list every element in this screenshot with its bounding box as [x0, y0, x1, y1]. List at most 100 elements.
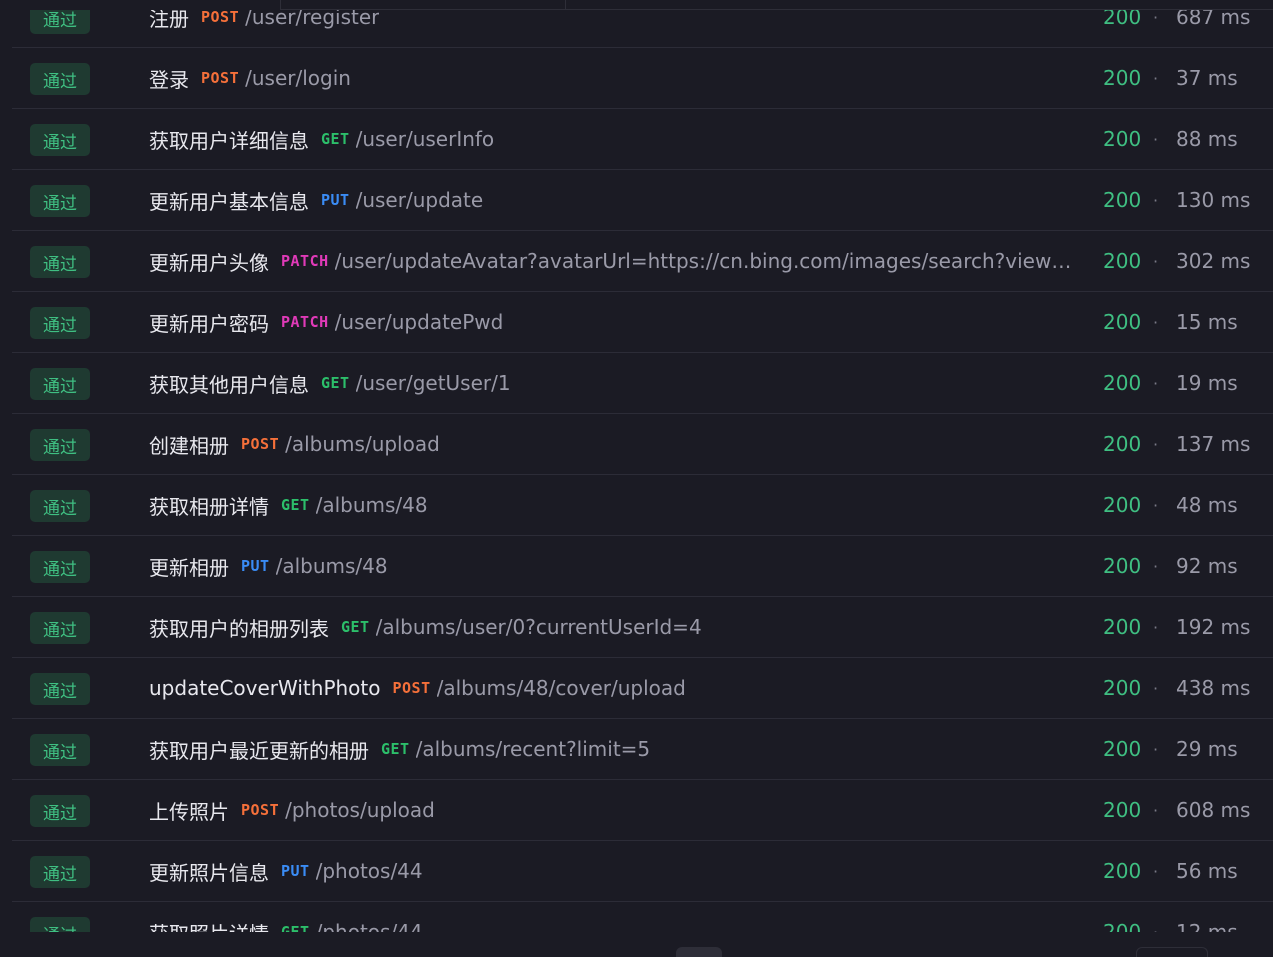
footer-tab[interactable]: [1136, 947, 1208, 957]
request-title: 更新照片信息 PUT /photos/44: [149, 841, 1079, 901]
result-row[interactable]: 通过 更新用户头像 PATCH /user/updateAvatar?avata…: [12, 231, 1273, 292]
http-method-badge: POST: [241, 801, 280, 819]
separator-dot: ·: [1153, 373, 1159, 393]
pass-badge: 通过: [30, 856, 90, 888]
http-method-badge: POST: [201, 69, 240, 87]
result-row[interactable]: 通过 更新用户基本信息 PUT /user/update 200 · 130 m…: [12, 170, 1273, 231]
request-title: 上传照片 POST /photos/upload: [149, 780, 1079, 840]
request-name: 更新相册: [149, 555, 229, 580]
http-method-badge: GET: [281, 923, 310, 932]
result-row[interactable]: 通过 获取照片详情 GET /photos/44 200 · 12 ms: [12, 902, 1273, 932]
request-title: 更新用户密码 PATCH /user/updatePwd: [149, 292, 1079, 352]
pass-badge: 通过: [30, 734, 90, 766]
request-title: 获取用户最近更新的相册 GET /albums/recent?limit=5: [149, 719, 1079, 779]
request-path: /photos/44: [315, 859, 423, 883]
request-name: 获取用户最近更新的相册: [149, 738, 369, 763]
request-name: 更新用户头像: [149, 250, 269, 275]
status-code: 200: [1103, 737, 1142, 761]
http-method-badge: GET: [381, 740, 410, 758]
http-method-badge: PATCH: [281, 252, 329, 270]
pass-badge: 通过: [30, 795, 90, 827]
status-code: 200: [1103, 310, 1142, 334]
separator-dot: ·: [1153, 556, 1159, 576]
response-time: 12 ms: [1176, 920, 1238, 932]
separator-dot: ·: [1153, 190, 1159, 210]
response-time: 137 ms: [1176, 432, 1251, 456]
request-title: 获取照片详情 GET /photos/44: [149, 902, 1079, 932]
request-path: /albums/48/cover/upload: [436, 676, 686, 700]
separator-dot: ·: [1153, 129, 1159, 149]
result-row[interactable]: 通过 创建相册 POST /albums/upload 200 · 137 ms: [12, 414, 1273, 475]
footer-bar: [0, 932, 1273, 957]
request-title: 获取用户的相册列表 GET /albums/user/0?currentUser…: [149, 597, 1079, 657]
request-path: /albums/48: [275, 554, 388, 578]
pass-badge: 通过: [30, 124, 90, 156]
request-path: /user/updatePwd: [334, 310, 504, 334]
status-code: 200: [1103, 249, 1142, 273]
request-name: 获取用户详细信息: [149, 128, 309, 153]
result-row[interactable]: 通过 获取用户的相册列表 GET /albums/user/0?currentU…: [12, 597, 1273, 658]
request-name: 获取相册详情: [149, 494, 269, 519]
response-time: 130 ms: [1176, 188, 1251, 212]
request-path: /photos/44: [315, 920, 423, 932]
separator-dot: ·: [1153, 739, 1159, 759]
response-time: 29 ms: [1176, 737, 1238, 761]
http-method-badge: GET: [321, 374, 350, 392]
status-code: 200: [1103, 127, 1142, 151]
separator-dot: ·: [1153, 495, 1159, 515]
response-time: 15 ms: [1176, 310, 1238, 334]
pass-badge: 通过: [30, 673, 90, 705]
result-row[interactable]: 通过 获取相册详情 GET /albums/48 200 · 48 ms: [12, 475, 1273, 536]
separator-dot: ·: [1153, 861, 1159, 881]
result-row[interactable]: 通过 updateCoverWithPhoto POST /albums/48/…: [12, 658, 1273, 719]
request-title: 获取其他用户信息 GET /user/getUser/1: [149, 353, 1079, 413]
pass-badge: 通过: [30, 63, 90, 95]
header-edge: [0, 0, 1273, 10]
response-time: 192 ms: [1176, 615, 1251, 639]
pass-badge: 通过: [30, 307, 90, 339]
request-name: 获取其他用户信息: [149, 372, 309, 397]
request-name: 获取用户的相册列表: [149, 616, 329, 641]
http-method-badge: PATCH: [281, 313, 329, 331]
separator-dot: ·: [1153, 617, 1159, 637]
http-method-badge: PUT: [321, 191, 350, 209]
results-list-viewport[interactable]: 通过 注册 POST /user/register 200 · 687 ms 通…: [0, 0, 1273, 932]
http-method-badge: POST: [392, 679, 431, 697]
result-row[interactable]: 通过 更新相册 PUT /albums/48 200 · 92 ms: [12, 536, 1273, 597]
status-code: 200: [1103, 554, 1142, 578]
request-path: /photos/upload: [285, 798, 435, 822]
request-name: 登录: [149, 67, 189, 92]
separator-dot: ·: [1153, 800, 1159, 820]
result-row[interactable]: 通过 获取其他用户信息 GET /user/getUser/1 200 · 19…: [12, 353, 1273, 414]
pass-badge: 通过: [30, 368, 90, 400]
results-list: 通过 注册 POST /user/register 200 · 687 ms 通…: [12, 0, 1273, 932]
response-time: 608 ms: [1176, 798, 1251, 822]
result-row[interactable]: 通过 上传照片 POST /photos/upload 200 · 608 ms: [12, 780, 1273, 841]
status-code: 200: [1103, 432, 1142, 456]
result-row[interactable]: 通过 获取用户详细信息 GET /user/userInfo 200 · 88 …: [12, 109, 1273, 170]
request-path: /albums/upload: [285, 432, 440, 456]
http-method-badge: PUT: [241, 557, 270, 575]
result-row[interactable]: 通过 登录 POST /user/login 200 · 37 ms: [12, 48, 1273, 109]
http-method-badge: POST: [241, 435, 280, 453]
request-path: /user/updateAvatar?avatarUrl=https://cn.…: [334, 249, 1079, 273]
request-name: 更新用户基本信息: [149, 189, 309, 214]
pass-badge: 通过: [30, 246, 90, 278]
result-row[interactable]: 通过 更新用户密码 PATCH /user/updatePwd 200 · 15…: [12, 292, 1273, 353]
response-time: 88 ms: [1176, 127, 1238, 151]
request-path: /user/login: [245, 66, 351, 90]
pass-badge: 通过: [30, 917, 90, 932]
separator-dot: ·: [1153, 678, 1159, 698]
request-path: /albums/user/0?currentUserId=4: [375, 615, 702, 639]
request-name: 更新用户密码: [149, 311, 269, 336]
scrollbar-thumb[interactable]: [676, 947, 722, 957]
status-code: 200: [1103, 859, 1142, 883]
result-row[interactable]: 通过 更新照片信息 PUT /photos/44 200 · 56 ms: [12, 841, 1273, 902]
request-path: /user/userInfo: [355, 127, 495, 151]
status-code: 200: [1103, 66, 1142, 90]
request-title: 登录 POST /user/login: [149, 48, 1079, 108]
request-name: 创建相册: [149, 433, 229, 458]
pass-badge: 通过: [30, 185, 90, 217]
result-row[interactable]: 通过 获取用户最近更新的相册 GET /albums/recent?limit=…: [12, 719, 1273, 780]
pass-badge: 通过: [30, 429, 90, 461]
